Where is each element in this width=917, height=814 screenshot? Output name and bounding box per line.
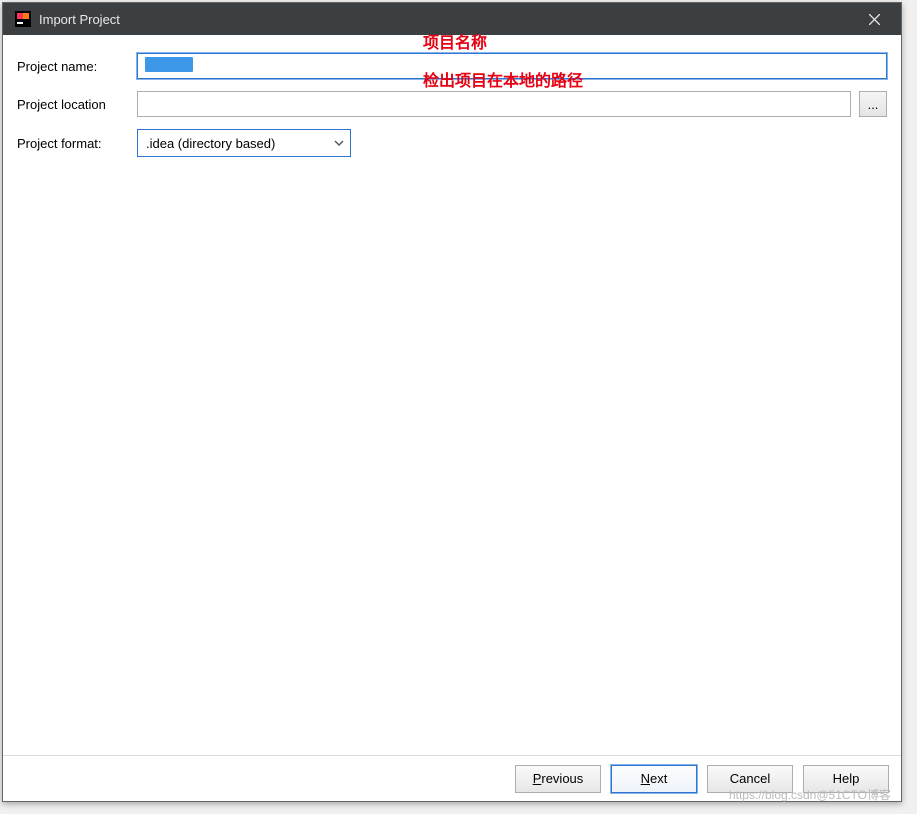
redacted-name-value [145,57,193,72]
close-icon [869,14,880,25]
intellij-icon [15,11,31,27]
browse-location-button[interactable]: ... [859,91,887,117]
cancel-button[interactable]: Cancel [707,765,793,793]
project-format-combobox[interactable]: .idea (directory based) [137,129,351,157]
project-name-label: Project name: [17,59,137,74]
import-project-dialog: Import Project Project name: Project loc… [2,2,902,802]
project-format-label: Project format: [17,136,137,151]
project-name-input[interactable] [137,53,887,79]
titlebar[interactable]: Import Project [3,3,901,35]
previous-button[interactable]: Previous [515,765,601,793]
project-location-row: Project location ... [17,91,887,117]
chevron-down-icon [334,138,344,148]
window-title: Import Project [39,12,120,27]
dialog-content: Project name: Project location ... Proje… [3,35,901,755]
project-format-value: .idea (directory based) [146,136,334,151]
project-name-row: Project name: [17,53,887,79]
close-button[interactable] [851,3,897,35]
help-button[interactable]: Help [803,765,889,793]
project-location-label: Project location [17,97,137,112]
wizard-button-bar: Previous Next Cancel Help [3,755,901,801]
project-location-input[interactable] [137,91,851,117]
next-button[interactable]: Next [611,765,697,793]
project-format-row: Project format: .idea (directory based) [17,129,887,157]
